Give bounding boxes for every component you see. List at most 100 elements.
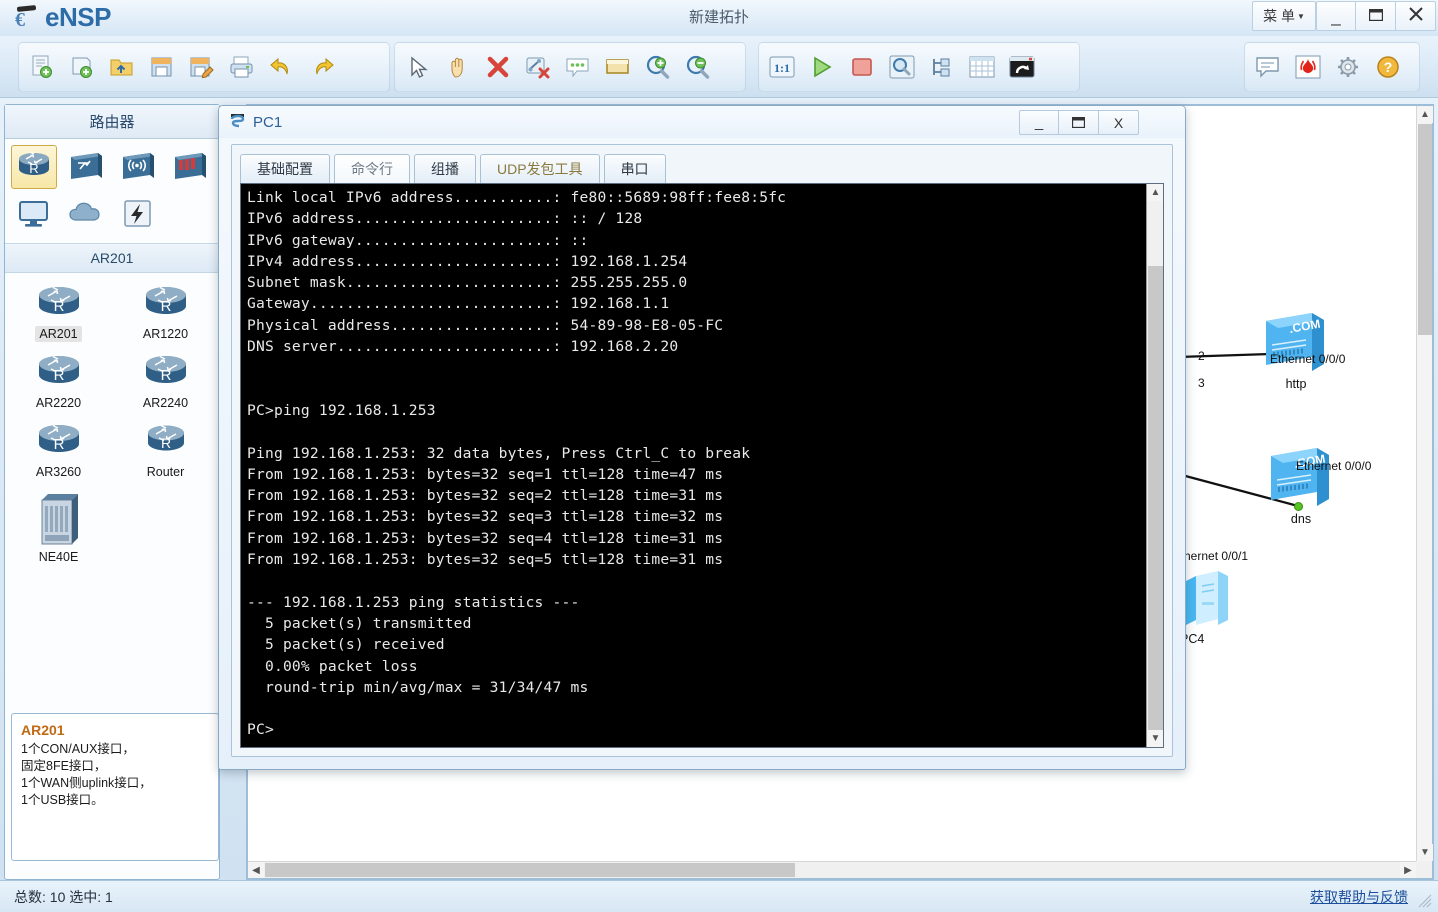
canvas-node-dns[interactable]: .COM dns bbox=[1263, 446, 1339, 526]
sidebar-model-group-title: AR201 bbox=[5, 243, 219, 273]
add-note-icon[interactable] bbox=[561, 49, 595, 85]
delete-link-icon[interactable] bbox=[521, 49, 555, 85]
device-model-label: AR3260 bbox=[35, 465, 82, 479]
pc1-minimize-button[interactable]: _ bbox=[1019, 110, 1059, 135]
window-close-button[interactable] bbox=[1396, 1, 1436, 31]
terminal-class-icon[interactable] bbox=[11, 193, 57, 237]
help-icon[interactable]: ? bbox=[1371, 49, 1405, 85]
save-as-icon[interactable] bbox=[185, 49, 219, 85]
capture-packet-icon[interactable] bbox=[885, 49, 919, 85]
svg-text:R: R bbox=[160, 435, 170, 451]
router-class-icon[interactable]: R bbox=[11, 145, 57, 189]
window-maximize-button[interactable] bbox=[1356, 1, 1396, 31]
device-model-label: AR201 bbox=[35, 326, 82, 342]
device-sidebar: 路由器 R AR201 R AR201 R AR1220 R AR2220 R … bbox=[4, 104, 220, 880]
zoom-out-icon[interactable] bbox=[681, 49, 715, 85]
device-model-ar201[interactable]: R AR201 bbox=[5, 283, 112, 342]
device-model-grid: R AR201 R AR1220 R AR2220 R AR2240 R AR3… bbox=[5, 273, 219, 667]
pc1-terminal[interactable]: Link local IPv6 address...........: fe80… bbox=[240, 183, 1164, 748]
canvas-node-pc4[interactable]: PC4 bbox=[1178, 568, 1250, 646]
device-model-label: AR1220 bbox=[142, 327, 189, 341]
device-class-row-1: R bbox=[5, 139, 219, 191]
settings-gear-icon[interactable] bbox=[1331, 49, 1365, 85]
device-class-row-2 bbox=[5, 191, 219, 239]
device-model-label: AR2220 bbox=[35, 396, 82, 410]
huawei-logo-icon[interactable] bbox=[1291, 49, 1325, 85]
device-model-ar2240[interactable]: R AR2240 bbox=[112, 352, 219, 411]
zoom-in-icon[interactable] bbox=[641, 49, 675, 85]
tab-command-line[interactable]: 命令行 bbox=[334, 154, 410, 183]
hand-pan-icon[interactable] bbox=[441, 49, 475, 85]
device-count-status: 总数: 10 选中: 1 bbox=[14, 888, 113, 905]
window-minimize-button[interactable]: _ bbox=[1316, 1, 1356, 31]
toolbar-group-run: 1:1 bbox=[758, 42, 1080, 92]
device-model-label: AR2240 bbox=[142, 396, 189, 410]
partial-label-3: 3 bbox=[1198, 376, 1205, 390]
tooltip-title: AR201 bbox=[21, 722, 65, 738]
canvas-node-http[interactable]: .COM http bbox=[1258, 311, 1334, 391]
pc1-dialog: PC1 _ X 基础配置 命令行 组播 UDP发包工具 串口 Link loca… bbox=[218, 105, 1186, 770]
new-device-icon[interactable] bbox=[65, 49, 99, 85]
scrollbar-corner bbox=[1416, 861, 1432, 878]
device-model-ne40e[interactable]: NE40E bbox=[5, 490, 112, 565]
device-model-ar3260[interactable]: R AR3260 bbox=[5, 421, 112, 480]
wlan-class-icon[interactable] bbox=[115, 145, 161, 189]
forum-icon[interactable] bbox=[1251, 49, 1285, 85]
maximize-icon bbox=[1368, 8, 1383, 25]
delete-icon[interactable] bbox=[481, 49, 515, 85]
router-icon: R bbox=[38, 424, 79, 453]
menu-button[interactable]: 菜 单 ▼ bbox=[1252, 1, 1316, 31]
device-model-ar1220[interactable]: R AR1220 bbox=[112, 283, 219, 342]
minimize-icon: _ bbox=[1331, 6, 1341, 26]
start-all-icon[interactable] bbox=[805, 49, 839, 85]
scroll-left-arrow-icon[interactable]: ◀ bbox=[248, 862, 264, 878]
switch-class-icon[interactable] bbox=[63, 145, 109, 189]
svg-text:R: R bbox=[53, 436, 64, 453]
router-icon: R bbox=[147, 424, 184, 451]
undo-icon[interactable] bbox=[265, 49, 299, 85]
canvas-hscroll-thumb[interactable] bbox=[265, 863, 795, 877]
save-icon[interactable] bbox=[145, 49, 179, 85]
canvas-horizontal-scrollbar[interactable]: ◀ ▶ bbox=[248, 861, 1416, 878]
tooltip-line: 1个CON/AUX接口， bbox=[21, 742, 135, 756]
terminal-scroll-thumb[interactable] bbox=[1148, 266, 1163, 732]
scroll-down-arrow-icon[interactable]: ▼ bbox=[1417, 844, 1433, 861]
topology-tree-icon[interactable] bbox=[925, 49, 959, 85]
stop-all-icon[interactable] bbox=[845, 49, 879, 85]
add-shape-icon[interactable] bbox=[601, 49, 635, 85]
tab-udp-tool[interactable]: UDP发包工具 bbox=[480, 154, 600, 183]
terminal-scrollbar[interactable]: ▲ ▼ bbox=[1146, 184, 1163, 747]
device-model-ar2220[interactable]: R AR2220 bbox=[5, 352, 112, 411]
scroll-right-arrow-icon[interactable]: ▶ bbox=[1400, 862, 1416, 878]
svg-text:R: R bbox=[29, 161, 38, 176]
cloud-class-icon[interactable] bbox=[63, 193, 109, 237]
pc1-dialog-titlebar[interactable]: PC1 _ X bbox=[219, 106, 1185, 138]
scroll-up-arrow-icon[interactable]: ▲ bbox=[1147, 184, 1163, 201]
title-bar: € eNSP 新建拓扑 菜 单 ▼ _ bbox=[0, 0, 1438, 36]
firewall-class-icon[interactable] bbox=[167, 145, 213, 189]
device-model-label: Router bbox=[146, 465, 185, 479]
open-folder-icon[interactable] bbox=[105, 49, 139, 85]
chevron-down-icon: ▼ bbox=[1296, 11, 1305, 21]
print-icon[interactable] bbox=[225, 49, 259, 85]
pc1-maximize-button[interactable] bbox=[1059, 110, 1099, 135]
tab-multicast[interactable]: 组播 bbox=[414, 154, 476, 183]
select-pointer-icon[interactable] bbox=[401, 49, 435, 85]
help-feedback-link[interactable]: 获取帮助与反馈 bbox=[1310, 887, 1408, 907]
grid-icon[interactable] bbox=[965, 49, 999, 85]
tab-basic-config[interactable]: 基础配置 bbox=[240, 154, 330, 183]
zoom-reset-1-1-icon[interactable]: 1:1 bbox=[765, 49, 799, 85]
pc1-terminal-output: Link local IPv6 address...........: fe80… bbox=[247, 189, 787, 739]
scroll-down-arrow-icon[interactable]: ▼ bbox=[1147, 730, 1163, 747]
canvas-vertical-scrollbar[interactable]: ▲ ▼ bbox=[1416, 106, 1433, 861]
new-topology-icon[interactable] bbox=[25, 49, 59, 85]
redo-icon[interactable] bbox=[305, 49, 339, 85]
device-model-router[interactable]: R Router bbox=[112, 421, 219, 480]
console-icon[interactable] bbox=[1005, 49, 1039, 85]
tab-serial-port[interactable]: 串口 bbox=[603, 154, 666, 183]
canvas-vscroll-thumb[interactable] bbox=[1418, 124, 1432, 335]
pc1-close-button[interactable]: X bbox=[1099, 110, 1139, 135]
scroll-up-arrow-icon[interactable]: ▲ bbox=[1417, 106, 1433, 123]
resize-grip-icon[interactable] bbox=[1418, 894, 1432, 908]
connection-class-icon[interactable] bbox=[115, 193, 161, 237]
